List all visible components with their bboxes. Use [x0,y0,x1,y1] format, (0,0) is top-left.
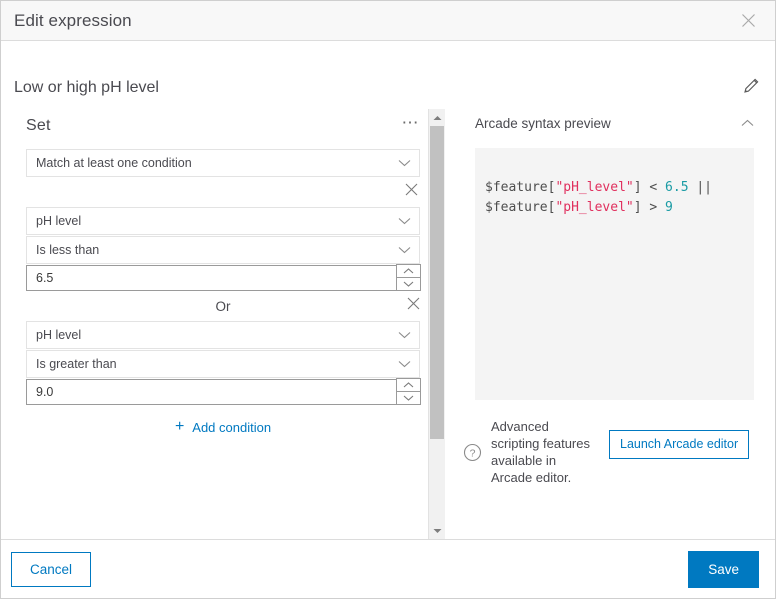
cancel-button[interactable]: Cancel [11,551,92,587]
preview-title: Arcade syntax preview [475,115,611,131]
dialog-footer: Cancel Save [1,539,775,598]
scrollbar-down-icon[interactable] [429,522,445,539]
chevron-down-icon [398,328,411,342]
code-token: 6.5 [665,180,689,195]
advanced-scripting-text: Advanced scripting features available in… [491,419,590,485]
stepper-down-icon[interactable] [396,277,421,291]
pencil-icon[interactable] [742,76,761,100]
condition-value-input-2[interactable]: 9.0 [26,378,421,405]
remove-set-icon[interactable] [403,183,420,201]
remove-condition-icon[interactable] [407,297,420,315]
condition-value-input-1[interactable]: 6.5 [26,264,421,291]
edit-expression-dialog: Edit expression Low or high pH level Set… [0,0,776,599]
condition-value-text-1: 6.5 [36,271,54,285]
dialog-body: Set ⋯ Match at least one condition pH le… [1,109,775,539]
code-token: $feature[ [485,180,556,195]
dialog-header: Edit expression [1,1,775,41]
condition-operator-value-1: Is less than [36,243,100,257]
condition-field-value-2: pH level [36,328,82,342]
page-title: Edit expression [14,10,132,30]
preview-pane: Arcade syntax preview $feature["pH_level… [445,109,775,539]
condition-joiner-label: Or [215,298,231,314]
plus-icon: + [174,418,185,435]
set-label: Set [26,117,51,134]
condition-value-text-2: 9.0 [36,385,54,399]
quantity-stepper-2 [396,378,421,405]
code-token: "pH_level" [555,200,634,215]
condition-block-1: pH level Is less than 6.5 [26,207,421,291]
close-icon[interactable] [735,8,761,34]
conditions-scrollbar[interactable] [428,109,445,539]
code-token: ] < [633,180,666,195]
scrollbar-thumb[interactable] [430,126,444,439]
chevron-down-icon [398,156,411,170]
save-button[interactable]: Save [688,550,759,588]
stepper-up-icon[interactable] [396,264,421,278]
stepper-down-icon[interactable] [396,391,421,405]
chevron-up-icon[interactable] [741,114,754,132]
code-token: ] > [633,200,666,215]
code-token: || [688,180,713,195]
expression-name-row: Low or high pH level [1,41,775,109]
set-header: Set ⋯ [26,109,420,149]
ellipsis-icon[interactable]: ⋯ [402,114,421,134]
code-token: 9 [665,200,673,215]
condition-field-value-1: pH level [36,214,82,228]
match-mode-value: Match at least one condition [36,156,192,170]
advanced-scripting-row: ? Advanced scripting features available … [461,400,754,486]
launch-arcade-editor-button[interactable]: Launch Arcade editor [609,430,750,459]
scrollbar-track[interactable] [429,126,445,522]
chevron-down-icon [398,214,411,228]
match-mode-select[interactable]: Match at least one condition [26,149,420,177]
stepper-up-icon[interactable] [396,378,421,392]
condition-operator-select-2[interactable]: Is greater than [26,350,420,378]
help-circle-icon[interactable]: ? [461,443,483,462]
condition-block-2: pH level Is greater than 9.0 [26,321,421,405]
condition-field-select-1[interactable]: pH level [26,207,420,235]
add-condition-label: Add condition [192,419,272,435]
add-condition-button[interactable]: + Add condition [26,405,420,435]
scrollbar-up-icon[interactable] [429,109,445,126]
chevron-down-icon [398,357,411,371]
conditions-pane: Set ⋯ Match at least one condition pH le… [1,109,445,539]
remove-set-row [26,177,420,207]
condition-operator-select-1[interactable]: Is less than [26,236,420,264]
preview-header: Arcade syntax preview [458,109,754,148]
arcade-code-preview: $feature["pH_level"] < 6.5 || $feature["… [475,148,754,400]
quantity-stepper-1 [396,264,421,291]
condition-operator-value-2: Is greater than [36,357,117,371]
condition-joiner-row: Or [26,291,420,321]
code-token: $feature[ [485,200,556,215]
condition-field-select-2[interactable]: pH level [26,321,420,349]
expression-name: Low or high pH level [14,79,159,96]
chevron-down-icon [398,243,411,257]
svg-text:?: ? [469,447,475,459]
code-token: "pH_level" [555,180,634,195]
